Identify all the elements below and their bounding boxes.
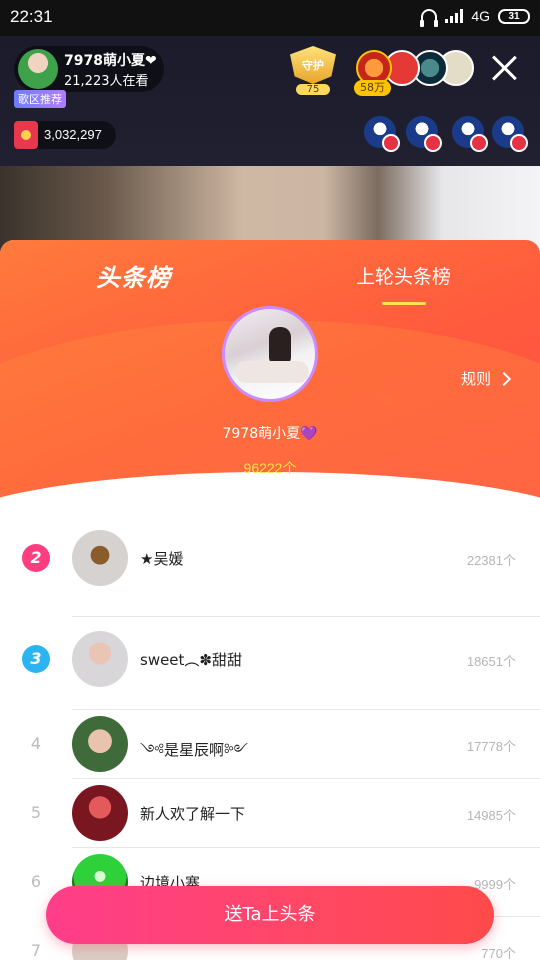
badge-icon bbox=[382, 134, 400, 152]
rank-badge: 3 bbox=[22, 645, 50, 673]
rank-name: ༺是星辰啊༻ bbox=[140, 741, 249, 759]
winner-name: 7978萌小夏💜 bbox=[222, 426, 318, 442]
headline-panel: 头条榜 上轮头条榜 7978萌小夏💜 96222个 规则 2 ★吴媛 22381… bbox=[0, 240, 540, 960]
coin-counter[interactable]: 3,032,297 bbox=[14, 121, 116, 149]
tab-last-round[interactable]: 上轮头条榜 bbox=[356, 262, 451, 289]
rank-count: 22381个 bbox=[466, 553, 516, 568]
chevron-right-icon bbox=[496, 371, 512, 386]
rank-number: 4 bbox=[30, 734, 42, 753]
rank-name: ★吴媛 bbox=[140, 550, 184, 568]
badge-icon bbox=[510, 134, 528, 152]
winner-count: 96222个 bbox=[243, 460, 297, 476]
winner-avatar[interactable] bbox=[222, 306, 318, 402]
viewer-count: 21,223人在看 bbox=[64, 74, 149, 89]
headphone-icon bbox=[420, 9, 439, 27]
rank-number: 7 bbox=[30, 941, 42, 960]
viewer-avatar[interactable] bbox=[452, 116, 488, 152]
guard-badge[interactable]: 守护 75 bbox=[290, 46, 336, 95]
rank-count: 770个 bbox=[481, 946, 516, 960]
host-name: 7978萌小夏❤ bbox=[64, 53, 157, 69]
star-icon bbox=[312, 320, 418, 411]
avatar[interactable] bbox=[72, 631, 128, 687]
viewer-avatar[interactable] bbox=[492, 116, 528, 152]
badge-icon bbox=[470, 134, 488, 152]
close-icon[interactable] bbox=[490, 54, 518, 82]
viewer-avatars[interactable] bbox=[356, 116, 528, 152]
rank-count: 17778个 bbox=[466, 739, 516, 754]
send-headline-button[interactable]: 送Ta上头条 bbox=[46, 886, 494, 944]
signal-icon bbox=[445, 9, 464, 23]
host-tag: 歌区推荐 bbox=[14, 90, 66, 108]
avatar[interactable] bbox=[72, 530, 128, 586]
tab-headline[interactable]: 头条榜 bbox=[96, 258, 171, 293]
battery-level: 31 bbox=[508, 10, 520, 22]
red-packet-icon bbox=[14, 121, 38, 149]
status-icons: 4G 31 bbox=[420, 8, 530, 27]
viewer-avatar[interactable] bbox=[406, 116, 442, 152]
tab-indicator bbox=[382, 302, 426, 305]
top-fans[interactable]: 58万 bbox=[354, 50, 476, 96]
rules-link[interactable]: 规则 bbox=[461, 368, 512, 389]
rank-number: 6 bbox=[30, 872, 42, 891]
rank-count: 18651个 bbox=[466, 654, 516, 669]
list-item[interactable]: 3 sweet︵✽甜甜 18651个 bbox=[0, 617, 540, 710]
rank-name: sweet︵✽甜甜 bbox=[140, 651, 242, 669]
network-type: 4G bbox=[471, 8, 490, 24]
list-item[interactable]: 5 新人欢了解一下 14985个 bbox=[0, 779, 540, 848]
host-info[interactable]: 歌区推荐 7978萌小夏❤ 21,223人在看 bbox=[14, 46, 164, 108]
live-header: 歌区推荐 7978萌小夏❤ 21,223人在看 守护 75 58万 3,032,… bbox=[0, 36, 540, 166]
guard-label: 守护 bbox=[302, 59, 324, 72]
status-time: 22:31 bbox=[10, 7, 53, 26]
guard-count: 75 bbox=[296, 84, 330, 95]
list-item[interactable]: 4 ༺是星辰啊༻ 17778个 bbox=[0, 710, 540, 779]
coin-value: 3,032,297 bbox=[44, 127, 102, 142]
host-avatar[interactable] bbox=[18, 49, 58, 89]
battery-icon: 31 bbox=[498, 8, 530, 24]
rank-number: 5 bbox=[30, 803, 42, 822]
list-item[interactable]: 2 ★吴媛 22381个 bbox=[0, 524, 540, 617]
rank-count: 14985个 bbox=[466, 808, 516, 823]
rank-badge: 2 bbox=[22, 544, 50, 572]
badge-icon bbox=[424, 134, 442, 152]
shield-icon: 守护 bbox=[290, 46, 336, 84]
viewer-avatar[interactable] bbox=[364, 116, 400, 152]
status-bar: 22:31 4G 31 bbox=[0, 0, 540, 36]
fan-contribution: 58万 bbox=[354, 80, 391, 96]
rules-label: 规则 bbox=[461, 370, 492, 388]
avatar[interactable] bbox=[72, 716, 128, 772]
rank-name: 新人欢了解一下 bbox=[140, 805, 246, 823]
avatar[interactable] bbox=[72, 785, 128, 841]
